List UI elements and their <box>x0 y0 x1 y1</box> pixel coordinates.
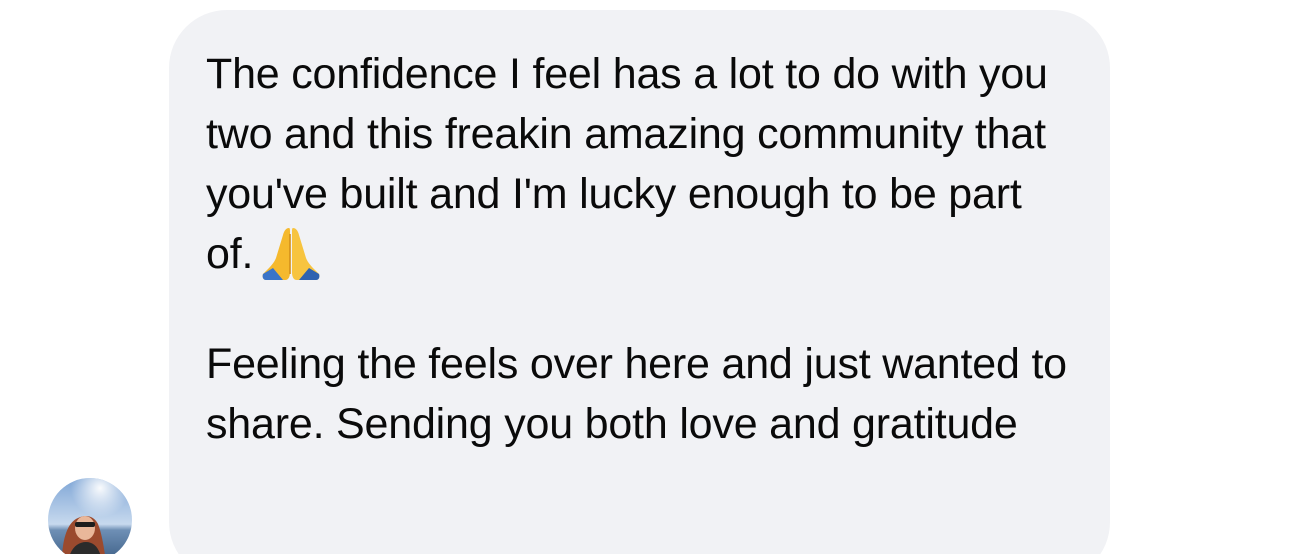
message-thread: The confidence I feel has a lot to do wi… <box>0 0 1290 554</box>
message-paragraph-2: Feeling the feels over here and just wan… <box>206 340 1067 448</box>
folded-hands-icon <box>262 228 320 280</box>
sender-avatar[interactable] <box>48 478 132 554</box>
message-text: The confidence I feel has a lot to do wi… <box>206 44 1070 284</box>
profile-photo-icon <box>48 478 132 554</box>
message-bubble[interactable]: The confidence I feel has a lot to do wi… <box>169 10 1110 554</box>
message-paragraph-1: The confidence I feel has a lot to do wi… <box>206 50 1048 278</box>
